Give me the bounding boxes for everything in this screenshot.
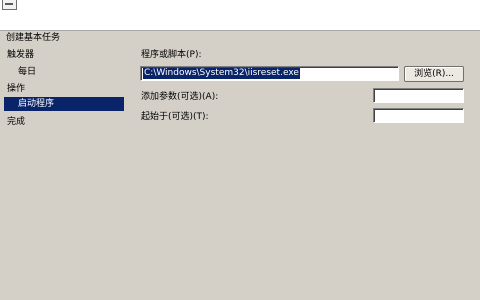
- wizard-title: 创建基本任务: [6, 33, 61, 43]
- start-in-label: 起始于(可选)(T):: [141, 112, 209, 122]
- nav-item-label: 操作: [7, 84, 26, 94]
- nav-item-label: 完成: [7, 117, 26, 127]
- nav-item-daily[interactable]: 每日: [0, 65, 134, 79]
- program-path-value: C:\Windows\System32\iisreset.exe: [143, 68, 300, 79]
- nav-item-start-program[interactable]: 启动程序: [4, 97, 124, 111]
- nav-item-label: 触发器: [7, 50, 35, 60]
- nav-item-label: 启动程序: [18, 99, 55, 109]
- start-in-input[interactable]: [373, 108, 464, 123]
- header-divider: [0, 30, 480, 31]
- args-input[interactable]: [373, 88, 464, 103]
- program-path-input[interactable]: C:\Windows\System32\iisreset.exe: [140, 66, 399, 81]
- browse-button[interactable]: 浏览(R)...: [404, 66, 464, 82]
- nav-item-finish[interactable]: 完成: [0, 115, 134, 129]
- title-bar: [0, 0, 480, 30]
- nav-item-trigger[interactable]: 触发器: [0, 48, 134, 62]
- program-label: 程序或脚本(P):: [141, 50, 202, 60]
- nav-item-action[interactable]: 操作: [0, 82, 134, 96]
- window-icon: [2, 0, 17, 10]
- args-label: 添加参数(可选)(A):: [141, 92, 219, 102]
- nav-item-label: 每日: [18, 67, 37, 77]
